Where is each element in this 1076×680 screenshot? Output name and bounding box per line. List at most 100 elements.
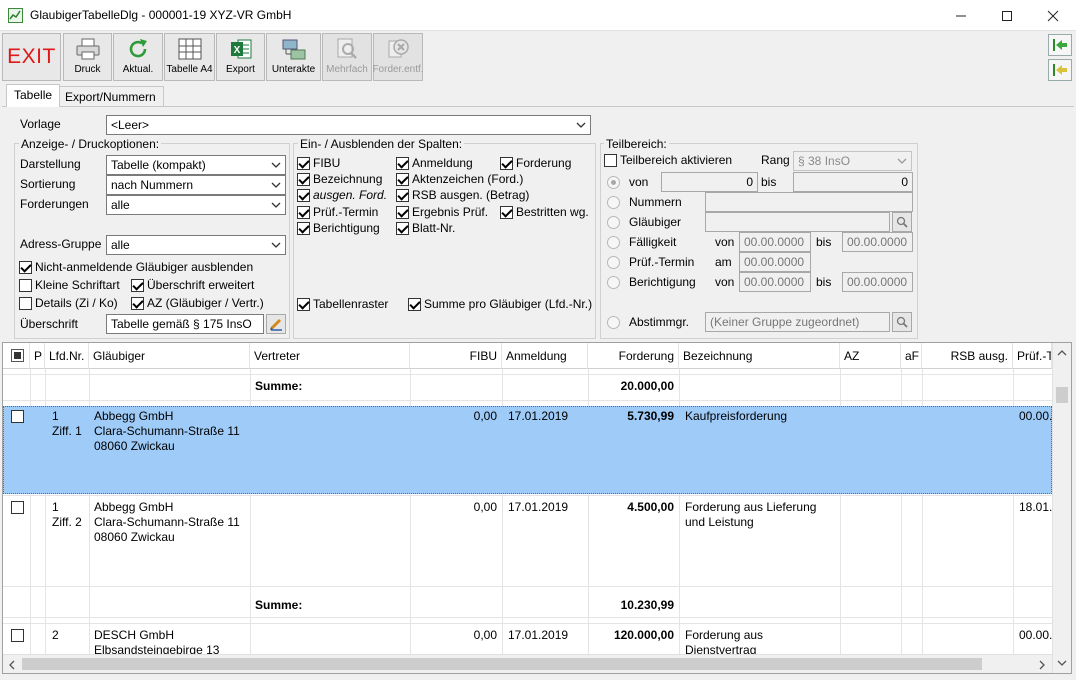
details-checkbox[interactable] (19, 297, 32, 310)
refresh-button[interactable]: Aktual. (113, 33, 163, 81)
heading-input[interactable]: Tabelle gemäß § 175 InsO (106, 314, 264, 334)
adress-gruppe-select[interactable]: alle (106, 235, 286, 255)
match-group-radio[interactable] (607, 316, 620, 329)
correction-from-input[interactable]: 00.00.0000 (739, 272, 811, 292)
scroll-down-icon[interactable] (1057, 659, 1067, 667)
creditor-search-button[interactable] (892, 212, 912, 232)
row-pruef: 18.01. (1019, 500, 1053, 514)
range-to-input[interactable]: 0 (793, 172, 913, 192)
close-button[interactable] (1030, 0, 1076, 31)
navigate-first-button[interactable] (1048, 34, 1072, 56)
match-group-input[interactable]: (Keiner Gruppe zugeordnet) (705, 312, 890, 332)
col-header-forderung[interactable]: Forderung (588, 343, 679, 369)
correction-to-input[interactable]: 00.00.0000 (842, 272, 913, 292)
creditor-input[interactable] (705, 212, 890, 232)
vertical-scrollbar[interactable] (1052, 343, 1071, 673)
select-all-checkbox[interactable] (11, 349, 24, 362)
claims-table[interactable]: P Lfd.Nr. Gläubiger Vertreter FIBU Anmel… (2, 342, 1072, 674)
col-bestritten-checkbox[interactable] (500, 206, 513, 219)
edit-heading-button[interactable] (266, 314, 286, 334)
range-from-input[interactable]: 0 (661, 172, 758, 192)
col-header-bezeichnung[interactable]: Bezeichnung (679, 343, 840, 369)
due-to-input[interactable]: 00.00.0000 (842, 232, 913, 252)
col-bezeichnung-checkbox[interactable] (297, 173, 310, 186)
navigate-back-button[interactable] (1048, 59, 1072, 81)
maximize-button[interactable] (984, 0, 1030, 31)
row-checkbox[interactable] (11, 410, 24, 423)
subrange-activate-checkbox[interactable] (604, 154, 617, 167)
numbers-input[interactable] (705, 192, 913, 212)
col-rsb-checkbox[interactable] (396, 189, 409, 202)
exam-date-radio[interactable] (607, 256, 620, 269)
print-button[interactable]: Druck (63, 33, 112, 81)
col-ausgen-ford-checkbox[interactable] (297, 189, 310, 202)
table-a4-button[interactable]: Tabelle A4 (164, 33, 215, 81)
darstellung-select[interactable]: Tabelle (kompakt) (106, 155, 286, 175)
vertical-scroll-thumb[interactable] (1056, 387, 1068, 403)
table-grid-lines-checkbox[interactable] (297, 298, 310, 311)
sum-total: 20.000,00 (620, 379, 674, 393)
forderungen-select[interactable]: alle (106, 195, 286, 215)
col-anmeldung-checkbox[interactable] (396, 157, 409, 170)
tab-export-nummern[interactable]: Export/Nummern (57, 86, 164, 106)
col-ausgen-ford-label: ausgen. Ford. (313, 188, 388, 202)
col-pruef-termin-checkbox[interactable] (297, 206, 310, 219)
col-header-rsb[interactable]: RSB ausg. (922, 343, 1013, 369)
row-forderung: 5.730,99 (627, 409, 674, 423)
row-creditor-street: Clara-Schumann-Straße 11 (94, 424, 240, 438)
sortierung-select[interactable]: nach Nummern (106, 175, 286, 195)
extended-heading-checkbox[interactable] (131, 279, 144, 292)
select-all-header[interactable] (3, 343, 30, 369)
rank-select[interactable]: § 38 InsO (793, 151, 912, 171)
range-von-radio[interactable] (607, 176, 620, 189)
col-header-af[interactable]: aF (901, 343, 922, 369)
minimize-button[interactable] (938, 0, 984, 31)
scroll-right-icon[interactable] (1038, 660, 1046, 670)
due-date-radio[interactable] (607, 236, 620, 249)
tab-tabelle[interactable]: Tabelle (6, 84, 61, 107)
search-icon (896, 316, 908, 328)
scroll-left-icon[interactable] (8, 660, 16, 670)
row-checkbox[interactable] (11, 501, 24, 514)
col-header-az[interactable]: AZ (840, 343, 901, 369)
remove-claim-button[interactable]: Forder.entf. (372, 33, 424, 81)
correction-radio[interactable] (607, 276, 620, 289)
due-from-input[interactable]: 00.00.0000 (739, 232, 811, 252)
multiple-button[interactable]: Mehrfach (322, 33, 372, 81)
col-header-fibu[interactable]: FIBU (410, 343, 502, 369)
col-header-glaeubiger[interactable]: Gläubiger (89, 343, 250, 369)
col-header-lfd-nr[interactable]: Lfd.Nr. (45, 343, 89, 369)
col-header-pruef[interactable]: Prüf.-T (1013, 343, 1052, 369)
match-group-search-button[interactable] (892, 312, 912, 332)
col-ergebnis-checkbox[interactable] (396, 206, 409, 219)
horizontal-scrollbar[interactable] (3, 654, 1052, 673)
exam-date-input[interactable]: 00.00.0000 (739, 252, 811, 272)
col-berichtigung-checkbox[interactable] (297, 222, 310, 235)
col-fibu-checkbox[interactable] (297, 157, 310, 170)
col-header-vertreter[interactable]: Vertreter (250, 343, 410, 369)
horizontal-scroll-thumb[interactable] (22, 658, 982, 670)
hide-non-filing-checkbox[interactable] (19, 261, 32, 274)
col-forderung-checkbox[interactable] (500, 157, 513, 170)
row-bezeichnung: Forderung aus Lieferung (685, 500, 817, 514)
row-bezeichnung-line2: Dienstvertrag (685, 643, 757, 654)
col-header-p[interactable]: P (30, 343, 45, 369)
numbers-label: Nummern (629, 195, 682, 209)
subfile-button[interactable]: Unterakte (266, 33, 321, 81)
export-button[interactable]: X Export (216, 33, 265, 81)
row-bezeichnung-line2: und Leistung (685, 515, 754, 529)
exit-button[interactable]: EXIT (2, 33, 61, 81)
col-blatt-nr-checkbox[interactable] (396, 222, 409, 235)
template-select[interactable]: <Leer> (106, 115, 591, 135)
small-font-checkbox[interactable] (19, 279, 32, 292)
col-fibu-label: FIBU (313, 156, 341, 170)
row-checkbox[interactable] (11, 629, 24, 642)
chevron-down-icon (271, 162, 281, 168)
col-aktenzeichen-checkbox[interactable] (396, 173, 409, 186)
numbers-radio[interactable] (607, 196, 620, 209)
col-header-anmeldung[interactable]: Anmeldung (502, 343, 588, 369)
az-checkbox[interactable] (131, 297, 144, 310)
creditor-radio[interactable] (607, 216, 620, 229)
sum-per-creditor-checkbox[interactable] (408, 298, 421, 311)
scroll-up-icon[interactable] (1057, 349, 1067, 357)
